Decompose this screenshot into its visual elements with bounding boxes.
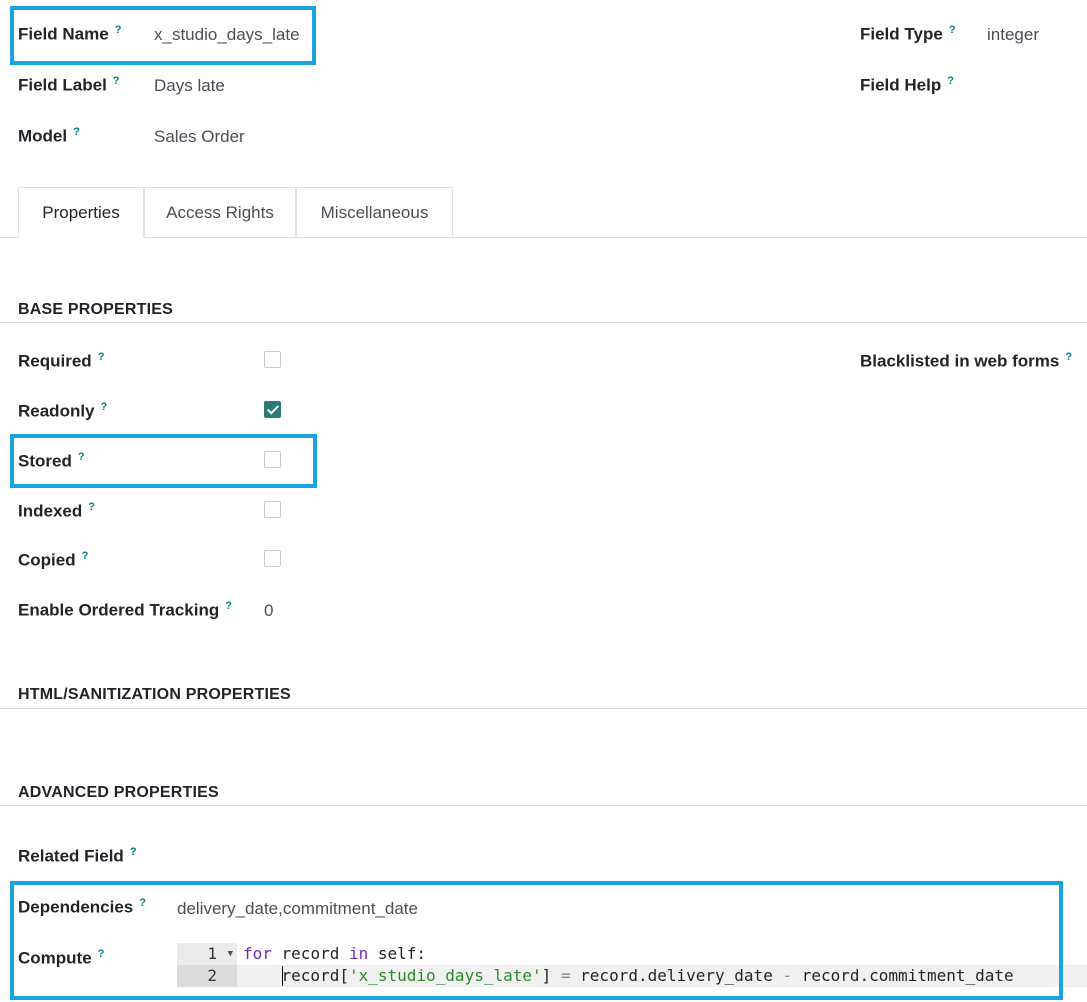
tab-miscellaneous[interactable]: Miscellaneous: [296, 187, 453, 237]
indexed-help-icon[interactable]: ?: [88, 501, 95, 513]
indexed-label: Indexed?: [18, 501, 95, 521]
stored-highlight: [10, 434, 317, 488]
blacklisted-label: Blacklisted in web forms?: [860, 351, 1073, 371]
base-properties-divider: [0, 322, 1087, 323]
copied-label: Copied?: [18, 550, 89, 570]
field-type-label: Field Type?: [860, 24, 956, 44]
tab-properties[interactable]: Properties: [18, 187, 144, 238]
advanced-properties-divider: [0, 805, 1087, 806]
tracking-label: Enable Ordered Tracking?: [18, 600, 232, 620]
field-help-label: Field Help?: [860, 75, 954, 95]
related-field-help-icon[interactable]: ?: [130, 846, 137, 858]
field-label-value: Days late: [154, 76, 225, 95]
dependencies-compute-highlight: [10, 881, 1063, 1000]
tracking-help-icon[interactable]: ?: [225, 600, 232, 612]
field-label-help-icon[interactable]: ?: [113, 75, 120, 87]
field-type-help-icon[interactable]: ?: [949, 24, 956, 36]
readonly-label: Readonly?: [18, 401, 108, 421]
advanced-properties-title: ADVANCED PROPERTIES: [18, 784, 219, 801]
html-properties-divider: [0, 708, 1087, 709]
copied-help-icon[interactable]: ?: [82, 550, 89, 562]
required-help-icon[interactable]: ?: [98, 351, 105, 363]
model-label: Model?: [18, 126, 80, 146]
model-value: Sales Order: [154, 127, 245, 146]
readonly-checkbox[interactable]: [264, 401, 281, 418]
tab-bar: Properties Access Rights Miscellaneous: [0, 187, 1087, 238]
model-help-icon[interactable]: ?: [73, 126, 80, 138]
required-label: Required?: [18, 351, 105, 371]
base-properties-title: BASE PROPERTIES: [18, 301, 174, 318]
tracking-value[interactable]: 0: [264, 601, 273, 621]
readonly-help-icon[interactable]: ?: [101, 401, 108, 413]
field-type-value: integer: [987, 25, 1039, 44]
field-label-label: Field Label?: [18, 75, 120, 95]
blacklisted-help-icon[interactable]: ?: [1065, 351, 1072, 363]
field-help-help-icon[interactable]: ?: [947, 75, 954, 87]
html-properties-title: HTML/SANITIZATION PROPERTIES: [18, 686, 291, 703]
related-field-label: Related Field?: [18, 846, 137, 866]
copied-checkbox[interactable]: [264, 550, 281, 567]
tab-access-rights[interactable]: Access Rights: [144, 187, 296, 237]
field-name-highlight: [10, 6, 316, 65]
indexed-checkbox[interactable]: [264, 501, 281, 518]
required-checkbox[interactable]: [264, 351, 281, 368]
